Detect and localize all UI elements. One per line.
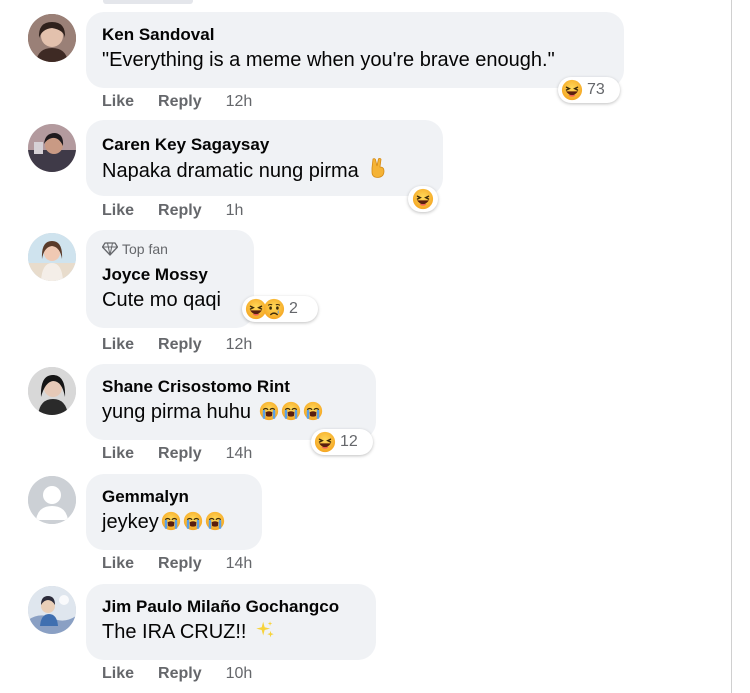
reaction-summary[interactable] xyxy=(408,186,438,212)
comment-author[interactable]: Ken Sandoval xyxy=(102,24,608,46)
loudly-crying-emoji-icon xyxy=(161,511,181,531)
avatar[interactable] xyxy=(28,367,76,415)
comment-bubble: Gemmalyn jeykey xyxy=(86,474,262,550)
reply-button[interactable]: Reply xyxy=(158,665,202,683)
comment-actions: Like Reply 14h xyxy=(102,555,252,573)
laughing-emoji-icon xyxy=(314,431,336,453)
comment-timestamp[interactable]: 12h xyxy=(226,336,253,354)
comment-timestamp[interactable]: 14h xyxy=(226,445,253,463)
comment-bubble: Jim Paulo Milaño Gochangco The IRA CRUZ!… xyxy=(86,584,376,660)
victory-hand-emoji-icon xyxy=(366,156,390,180)
like-button[interactable]: Like xyxy=(102,202,134,220)
reply-button[interactable]: Reply xyxy=(158,555,202,573)
like-button[interactable]: Like xyxy=(102,336,134,354)
comment-author[interactable]: Shane Crisostomo Rint xyxy=(102,376,360,398)
comment-actions: Like Reply 12h xyxy=(102,336,252,354)
loudly-crying-emoji-icon xyxy=(303,401,323,421)
comment-text: The IRA CRUZ!! xyxy=(102,618,360,646)
comment-text: jeykey xyxy=(102,508,246,536)
reply-button[interactable]: Reply xyxy=(158,93,202,111)
avatar[interactable] xyxy=(28,586,76,634)
loudly-crying-emoji-icon xyxy=(259,401,279,421)
sparkles-emoji-icon xyxy=(254,619,276,641)
like-button[interactable]: Like xyxy=(102,555,134,573)
reaction-summary[interactable]: 12 xyxy=(311,429,373,455)
reaction-count: 2 xyxy=(289,300,298,317)
avatar[interactable] xyxy=(28,476,76,524)
avatar[interactable] xyxy=(28,233,76,281)
badge-label: Top fan xyxy=(122,241,168,257)
comment-text: yung pirma huhu xyxy=(102,398,360,426)
previous-comment-edge xyxy=(103,0,193,4)
avatar[interactable] xyxy=(28,14,76,62)
comment-text: Cute mo qaqi xyxy=(102,289,221,311)
reaction-count: 12 xyxy=(340,433,358,450)
reaction-summary[interactable]: 73 xyxy=(558,77,620,103)
loudly-crying-emoji-icon xyxy=(205,511,225,531)
reply-button[interactable]: Reply xyxy=(158,202,202,220)
reply-button[interactable]: Reply xyxy=(158,445,202,463)
comment-timestamp[interactable]: 12h xyxy=(226,93,253,111)
reaction-count: 73 xyxy=(587,81,605,98)
like-button[interactable]: Like xyxy=(102,665,134,683)
top-fan-badge: Top fan xyxy=(102,240,238,258)
comment-actions: Like Reply 10h xyxy=(102,665,252,683)
comment-author[interactable]: Caren Key Sagaysay xyxy=(102,134,427,156)
comment-bubble: Caren Key Sagaysay Napaka dramatic nung … xyxy=(86,120,443,196)
loudly-crying-emoji-icon xyxy=(183,511,203,531)
comment-text: Napaka dramatic nung pirma xyxy=(102,156,427,185)
laughing-emoji-icon xyxy=(412,188,434,210)
crying-emoji-icon xyxy=(263,298,285,320)
comment-timestamp[interactable]: 1h xyxy=(226,202,244,220)
comment-timestamp[interactable]: 14h xyxy=(226,555,253,573)
comment-bubble: Top fan Joyce Mossy Cute mo qaqi xyxy=(86,230,254,328)
like-button[interactable]: Like xyxy=(102,93,134,111)
diamond-icon xyxy=(102,242,118,256)
comment-text: "Everything is a meme when you're brave … xyxy=(102,49,555,71)
comment-bubble: Ken Sandoval "Everything is a meme when … xyxy=(86,12,624,88)
like-button[interactable]: Like xyxy=(102,445,134,463)
comment-author[interactable]: Jim Paulo Milaño Gochangco xyxy=(102,596,360,618)
comment-actions: Like Reply 14h xyxy=(102,445,252,463)
comment-timestamp[interactable]: 10h xyxy=(226,665,253,683)
reaction-summary[interactable]: 2 xyxy=(242,296,318,322)
comment-author[interactable]: Joyce Mossy xyxy=(102,264,238,286)
scroll-edge-divider xyxy=(731,0,732,693)
laughing-emoji-icon xyxy=(561,79,583,101)
comment-author[interactable]: Gemmalyn xyxy=(102,486,246,508)
comment-actions: Like Reply 12h xyxy=(102,93,252,111)
reply-button[interactable]: Reply xyxy=(158,336,202,354)
comment-actions: Like Reply 1h xyxy=(102,202,243,220)
loudly-crying-emoji-icon xyxy=(281,401,301,421)
avatar[interactable] xyxy=(28,124,76,172)
